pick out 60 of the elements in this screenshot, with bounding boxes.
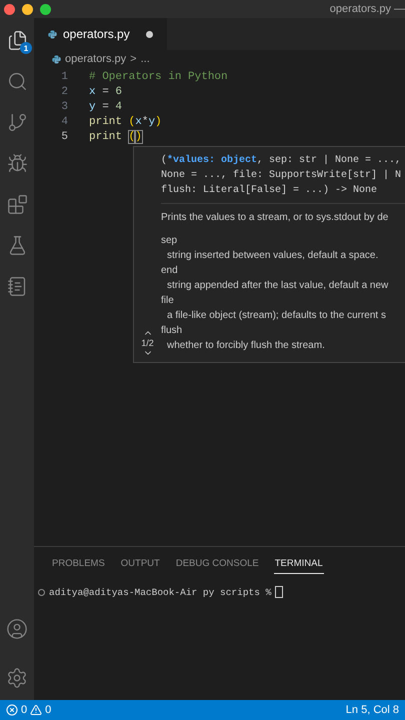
signature-line: (*values: object, sep: str | None = ..., <box>161 154 402 168</box>
breadcrumb-separator: > <box>130 53 137 65</box>
code-line: x = 6 <box>89 86 122 98</box>
search-icon <box>6 70 28 92</box>
activity-button[interactable] <box>5 192 29 216</box>
panel-tab[interactable]: DEBUG CONSOLE <box>174 555 260 574</box>
warning-icon <box>30 704 42 716</box>
notebook-icon <box>6 276 28 296</box>
tab-label: operators.py <box>63 27 130 41</box>
breadcrumb-item[interactable]: operators.py <box>65 53 126 65</box>
line-number: 5 <box>60 130 68 142</box>
error-count[interactable]: 0 <box>21 704 28 716</box>
doc-text: string appended after the last value, default a new <box>166 279 390 293</box>
page-counter: 1/2 <box>141 338 154 348</box>
code-line: y = 4 <box>89 100 122 112</box>
blocks-icon <box>6 194 28 214</box>
line-number: 4 <box>60 116 68 128</box>
line-number: 1 <box>60 70 68 82</box>
branch-icon <box>6 112 28 132</box>
parameter-name: end <box>161 264 179 278</box>
parameter-name: flush <box>161 324 184 338</box>
bug-icon <box>6 152 28 174</box>
cursor-position[interactable]: Ln 5, Col 8 <box>346 704 399 716</box>
doc-text: string inserted between values, default a space. <box>166 249 380 263</box>
terminal-cursor <box>275 586 284 598</box>
code-line: print (x*y) <box>89 116 162 128</box>
doc-text: whether to forcibly flush the stream. <box>166 339 326 353</box>
line-number: 2 <box>60 86 68 98</box>
panel-tab[interactable]: PROBLEMS <box>51 555 106 574</box>
python-icon <box>52 54 61 64</box>
python-icon <box>48 30 57 38</box>
code-line: print () <box>89 130 142 142</box>
window-title: operators.py — <box>330 3 405 15</box>
error-icon <box>6 704 18 716</box>
minimize-button[interactable] <box>22 4 33 14</box>
count-badge: 1 <box>20 42 32 54</box>
panel-tab[interactable]: OUTPUT <box>120 555 161 574</box>
files-icon <box>6 30 28 50</box>
parameter-name: file <box>161 294 175 308</box>
close-button[interactable] <box>4 4 15 14</box>
doc-text: a file-like object (stream); defaults to the current s <box>166 309 387 323</box>
account-icon <box>6 618 28 640</box>
signature-line: None = ..., file: SupportsWrite[str] | N <box>161 168 402 183</box>
terminal-prompt: aditya@adityas-MacBook-Air py scripts % <box>49 586 272 598</box>
activity-button[interactable]: 1 <box>5 28 29 52</box>
activity-button[interactable] <box>5 666 29 690</box>
settings-icon <box>6 667 28 689</box>
line-number: 3 <box>60 100 68 112</box>
breadcrumb-item[interactable]: ... <box>140 53 150 65</box>
activity-button[interactable] <box>5 617 29 641</box>
status-circle-icon <box>38 588 45 596</box>
editor-tab[interactable]: operators.py <box>34 18 167 50</box>
code-line: # Operators in Python <box>89 70 228 82</box>
doc-text: Prints the values to a stream, or to sys.stdout by de <box>161 211 390 225</box>
signature-line: flush: Literal[False] = ...) -> None <box>161 184 378 198</box>
parameter-name: sep <box>161 234 178 248</box>
warning-count[interactable]: 0 <box>45 704 52 716</box>
panel-tab[interactable]: TERMINAL <box>274 555 324 574</box>
activity-button[interactable] <box>5 151 29 175</box>
maximize-button[interactable] <box>40 4 51 14</box>
